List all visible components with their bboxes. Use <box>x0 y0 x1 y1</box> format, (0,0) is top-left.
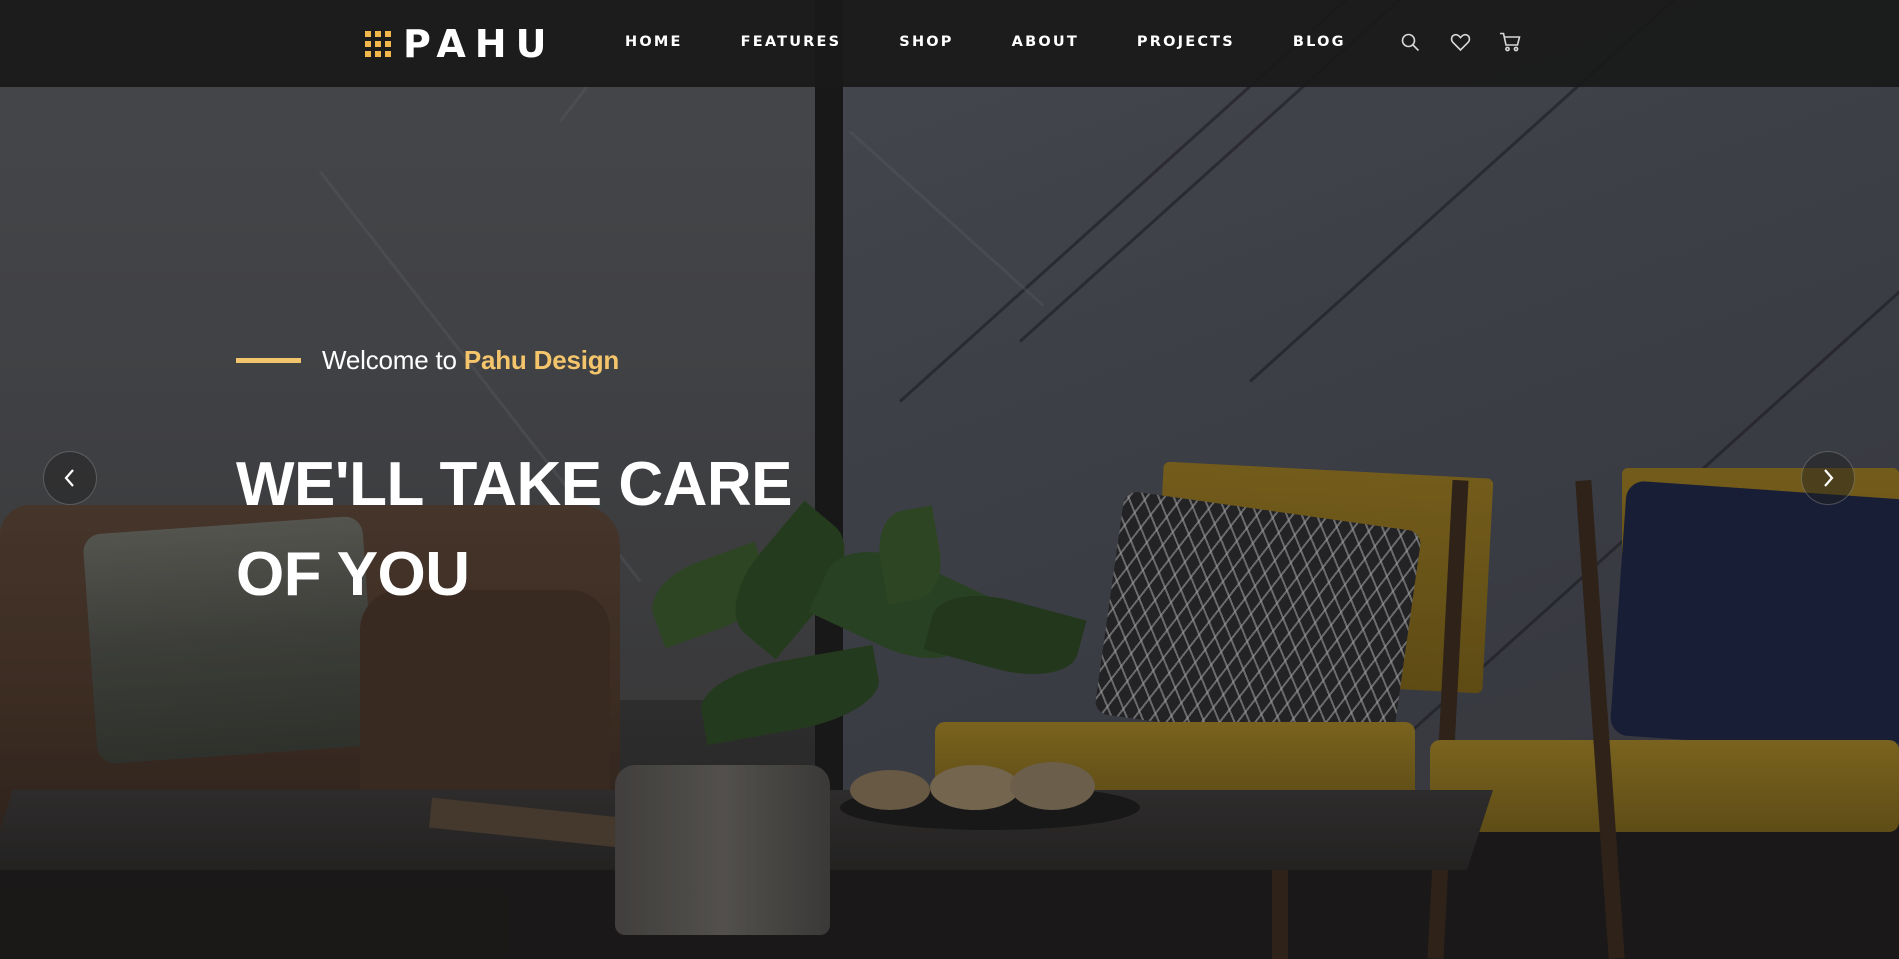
nav-item-about[interactable]: ABOUT <box>1012 31 1079 53</box>
slider-next-button[interactable] <box>1801 451 1855 505</box>
main-nav: HOME FEATURES SHOP ABOUT PROJECTS BLOG <box>625 31 1404 53</box>
site-header: PAHU HOME FEATURES SHOP ABOUT PROJECTS B… <box>0 0 1899 87</box>
welcome-prefix: Welcome to <box>322 344 464 375</box>
welcome-brand: Pahu Design <box>463 344 620 375</box>
headline-line-2: OF YOU <box>236 540 470 609</box>
logo-text: PAHU <box>403 22 556 66</box>
welcome-tagline: Welcome to Pahu Design <box>236 342 619 378</box>
headline-line-1: WE'LL TAKE CARE <box>236 450 793 519</box>
chevron-left-icon <box>64 469 74 487</box>
welcome-text: Welcome to Pahu Design <box>322 345 619 376</box>
site-logo[interactable]: PAHU <box>365 22 556 66</box>
header-icons <box>1398 30 1548 54</box>
nav-item-home[interactable]: HOME <box>625 31 683 53</box>
nav-item-features[interactable]: FEATURES <box>741 31 842 53</box>
search-icon[interactable] <box>1398 30 1422 54</box>
heart-icon[interactable] <box>1448 30 1472 54</box>
nav-item-shop[interactable]: SHOP <box>899 31 953 53</box>
slider-prev-button[interactable] <box>43 451 97 505</box>
nav-item-projects[interactable]: PROJECTS <box>1137 31 1235 53</box>
nav-item-blog[interactable]: BLOG <box>1293 31 1346 53</box>
chevron-right-icon <box>1824 469 1834 487</box>
logo-dots-icon <box>365 31 391 57</box>
cart-icon[interactable] <box>1498 30 1522 54</box>
hero-headline: WE'LL TAKE CARE OF YOU <box>236 440 856 620</box>
accent-line <box>236 357 301 363</box>
